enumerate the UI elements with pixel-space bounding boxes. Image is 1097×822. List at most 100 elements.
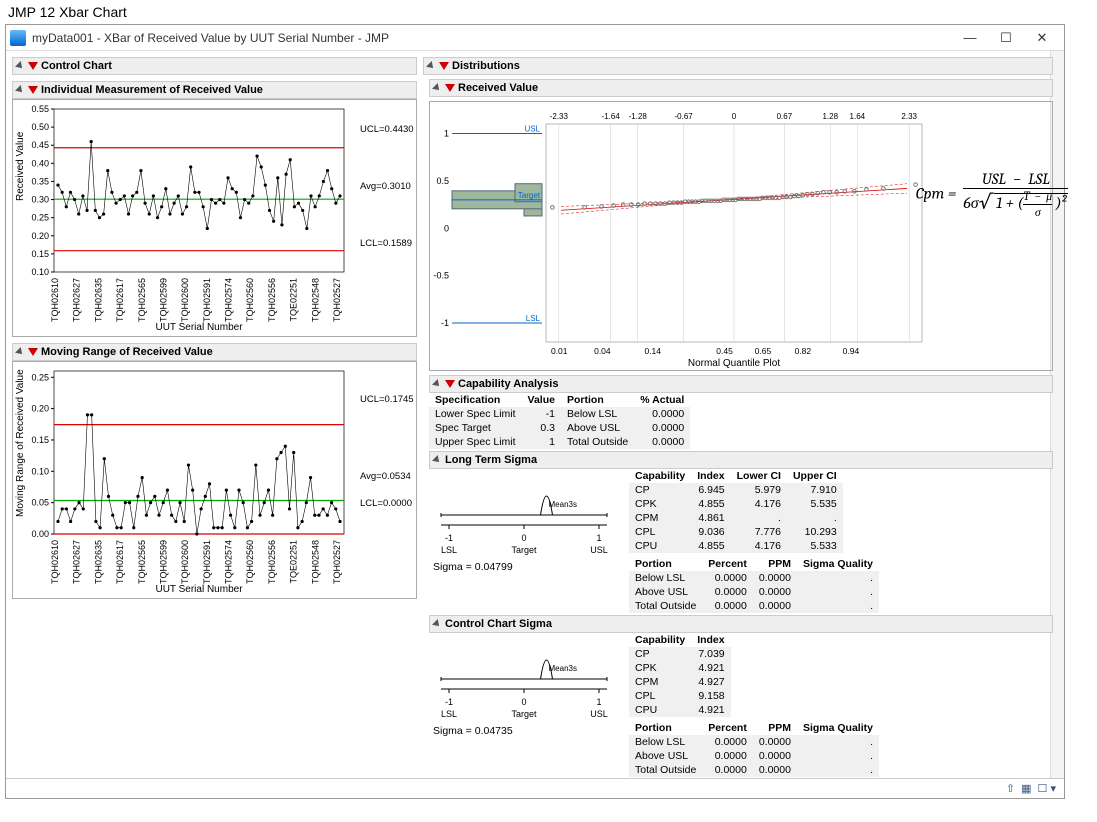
- menu-icon[interactable]: [439, 62, 449, 70]
- long-term-header[interactable]: Long Term Sigma: [429, 451, 1053, 469]
- svg-text:-1: -1: [445, 533, 453, 543]
- svg-text:0.25: 0.25: [31, 372, 49, 382]
- distributions-header[interactable]: Distributions: [423, 57, 1053, 75]
- menu-icon[interactable]: [445, 84, 455, 92]
- svg-text:TQH02556: TQH02556: [267, 540, 277, 584]
- svg-text:TQH02617: TQH02617: [115, 540, 125, 584]
- svg-text:TQH02600: TQH02600: [180, 278, 190, 322]
- disclose-icon[interactable]: [432, 455, 442, 465]
- svg-text:TQH02548: TQH02548: [310, 540, 320, 584]
- home-icon[interactable]: ⇧: [1006, 782, 1015, 795]
- disclose-icon[interactable]: [15, 85, 25, 95]
- svg-text:UUT Serial Number: UUT Serial Number: [155, 322, 243, 333]
- svg-text:TQH02627: TQH02627: [72, 540, 82, 584]
- disclose-icon[interactable]: [426, 61, 436, 71]
- svg-text:0.67: 0.67: [777, 112, 793, 121]
- received-value-header[interactable]: Received Value: [429, 79, 1053, 97]
- svg-text:LSL: LSL: [441, 545, 457, 555]
- svg-text:1.64: 1.64: [850, 112, 866, 121]
- svg-text:0: 0: [521, 533, 526, 543]
- disclose-icon[interactable]: [15, 61, 25, 71]
- mr-chart[interactable]: Moving Range of Received Value 0.000.050…: [12, 361, 417, 599]
- svg-text:0.45: 0.45: [31, 140, 49, 150]
- mr-header[interactable]: Moving Range of Received Value: [12, 343, 417, 361]
- svg-text:0.10: 0.10: [31, 267, 49, 277]
- svg-text:TQH02574: TQH02574: [224, 278, 234, 322]
- svg-text:TQH02574: TQH02574: [224, 540, 234, 584]
- cc-sigma-header[interactable]: Control Chart Sigma: [429, 615, 1053, 633]
- disclose-icon[interactable]: [432, 83, 442, 93]
- imr-ucl: UCL=0.4430: [360, 124, 414, 135]
- menu-icon[interactable]: [28, 86, 38, 94]
- svg-text:0.20: 0.20: [31, 231, 49, 241]
- svg-text:TQH02556: TQH02556: [267, 278, 277, 322]
- menu-icon[interactable]: [28, 348, 38, 356]
- svg-text:Target: Target: [511, 709, 537, 719]
- svg-text:0.55: 0.55: [31, 104, 49, 114]
- svg-text:0.15: 0.15: [31, 435, 49, 445]
- svg-text:TQH02565: TQH02565: [137, 278, 147, 322]
- svg-text:0.25: 0.25: [31, 213, 49, 223]
- layout-icon[interactable]: ▦: [1021, 782, 1031, 795]
- svg-text:TQH02565: TQH02565: [137, 540, 147, 584]
- ppm-cc-table: PortionPercentPPMSigma QualityBelow LSL0…: [629, 721, 879, 777]
- disclose-icon[interactable]: [15, 347, 25, 357]
- capability-cc-table: CapabilityIndexCP7.039CPK4.921CPM4.927CP…: [629, 633, 731, 717]
- nq-plot[interactable]: USLTargetLSL-1-0.500.51-2.33-1.64-1.28-0…: [429, 101, 1053, 371]
- svg-text:0.04: 0.04: [594, 346, 611, 356]
- status-bar: ⇧ ▦ ☐ ▾: [6, 778, 1064, 798]
- imr-header[interactable]: Individual Measurement of Received Value: [12, 81, 417, 99]
- minimize-button[interactable]: —: [952, 26, 988, 50]
- svg-text:TQE02251: TQE02251: [289, 278, 299, 322]
- maximize-button[interactable]: ☐: [988, 26, 1024, 50]
- window-title: myData001 - XBar of Received Value by UU…: [32, 31, 952, 45]
- svg-text:Normal Quantile Plot: Normal Quantile Plot: [688, 358, 780, 368]
- cpm-formula: Cpm = USL − LSL 6σ√1 + (T − μσ )²: [887, 170, 1097, 220]
- ppm-long-table: PortionPercentPPMSigma QualityBelow LSL0…: [629, 557, 879, 613]
- close-button[interactable]: ✕: [1024, 26, 1060, 50]
- svg-text:Mean3s: Mean3s: [549, 664, 577, 673]
- svg-text:0: 0: [521, 697, 526, 707]
- page-title: JMP 12 Xbar Chart: [0, 0, 1097, 24]
- svg-text:TQH02610: TQH02610: [50, 278, 60, 322]
- svg-text:TQH02599: TQH02599: [158, 540, 168, 584]
- svg-text:0: 0: [732, 112, 737, 121]
- svg-text:TQH02591: TQH02591: [202, 278, 212, 322]
- svg-text:0.10: 0.10: [31, 466, 49, 476]
- svg-text:UUT Serial Number: UUT Serial Number: [155, 584, 243, 595]
- long-term-sigma: Sigma = 0.04799: [429, 557, 619, 573]
- imr-lcl: LCL=0.1589: [360, 238, 414, 249]
- svg-text:TQH02635: TQH02635: [93, 540, 103, 584]
- capability-header[interactable]: Capability Analysis: [429, 375, 1053, 393]
- imr-chart[interactable]: Received Value 0.100.150.200.250.300.350…: [12, 99, 417, 337]
- svg-text:TQH02560: TQH02560: [245, 540, 255, 584]
- svg-text:0.82: 0.82: [795, 346, 812, 356]
- menu-icon[interactable]: [445, 380, 455, 388]
- disclose-icon[interactable]: [432, 379, 442, 389]
- svg-text:0.14: 0.14: [644, 346, 661, 356]
- svg-text:0.35: 0.35: [31, 176, 49, 186]
- svg-text:TQH02600: TQH02600: [180, 540, 190, 584]
- svg-text:1.28: 1.28: [822, 112, 838, 121]
- menu-icon[interactable]: [28, 62, 38, 70]
- app-icon: [10, 30, 26, 46]
- svg-text:1: 1: [596, 533, 601, 543]
- svg-text:0.30: 0.30: [31, 195, 49, 205]
- options-icon[interactable]: ☐ ▾: [1038, 782, 1056, 795]
- svg-text:-2.33: -2.33: [550, 112, 569, 121]
- disclose-icon[interactable]: [432, 619, 442, 629]
- svg-text:-0.67: -0.67: [674, 112, 693, 121]
- svg-text:-1: -1: [441, 318, 449, 328]
- svg-text:TQH02627: TQH02627: [72, 278, 82, 322]
- mr-lcl: LCL=0.0000: [360, 498, 414, 509]
- capability-long-table: CapabilityIndexLower CIUpper CICP6.9455.…: [629, 469, 843, 553]
- control-chart-header[interactable]: Control Chart: [12, 57, 417, 75]
- svg-text:-1.28: -1.28: [629, 112, 648, 121]
- svg-text:0.50: 0.50: [31, 122, 49, 132]
- svg-text:LSL: LSL: [526, 314, 541, 323]
- imr-avg: Avg=0.3010: [360, 181, 414, 192]
- svg-text:1: 1: [444, 128, 449, 138]
- svg-text:Target: Target: [518, 191, 541, 200]
- svg-text:0.5: 0.5: [436, 176, 449, 186]
- svg-text:TQE02251: TQE02251: [289, 540, 299, 584]
